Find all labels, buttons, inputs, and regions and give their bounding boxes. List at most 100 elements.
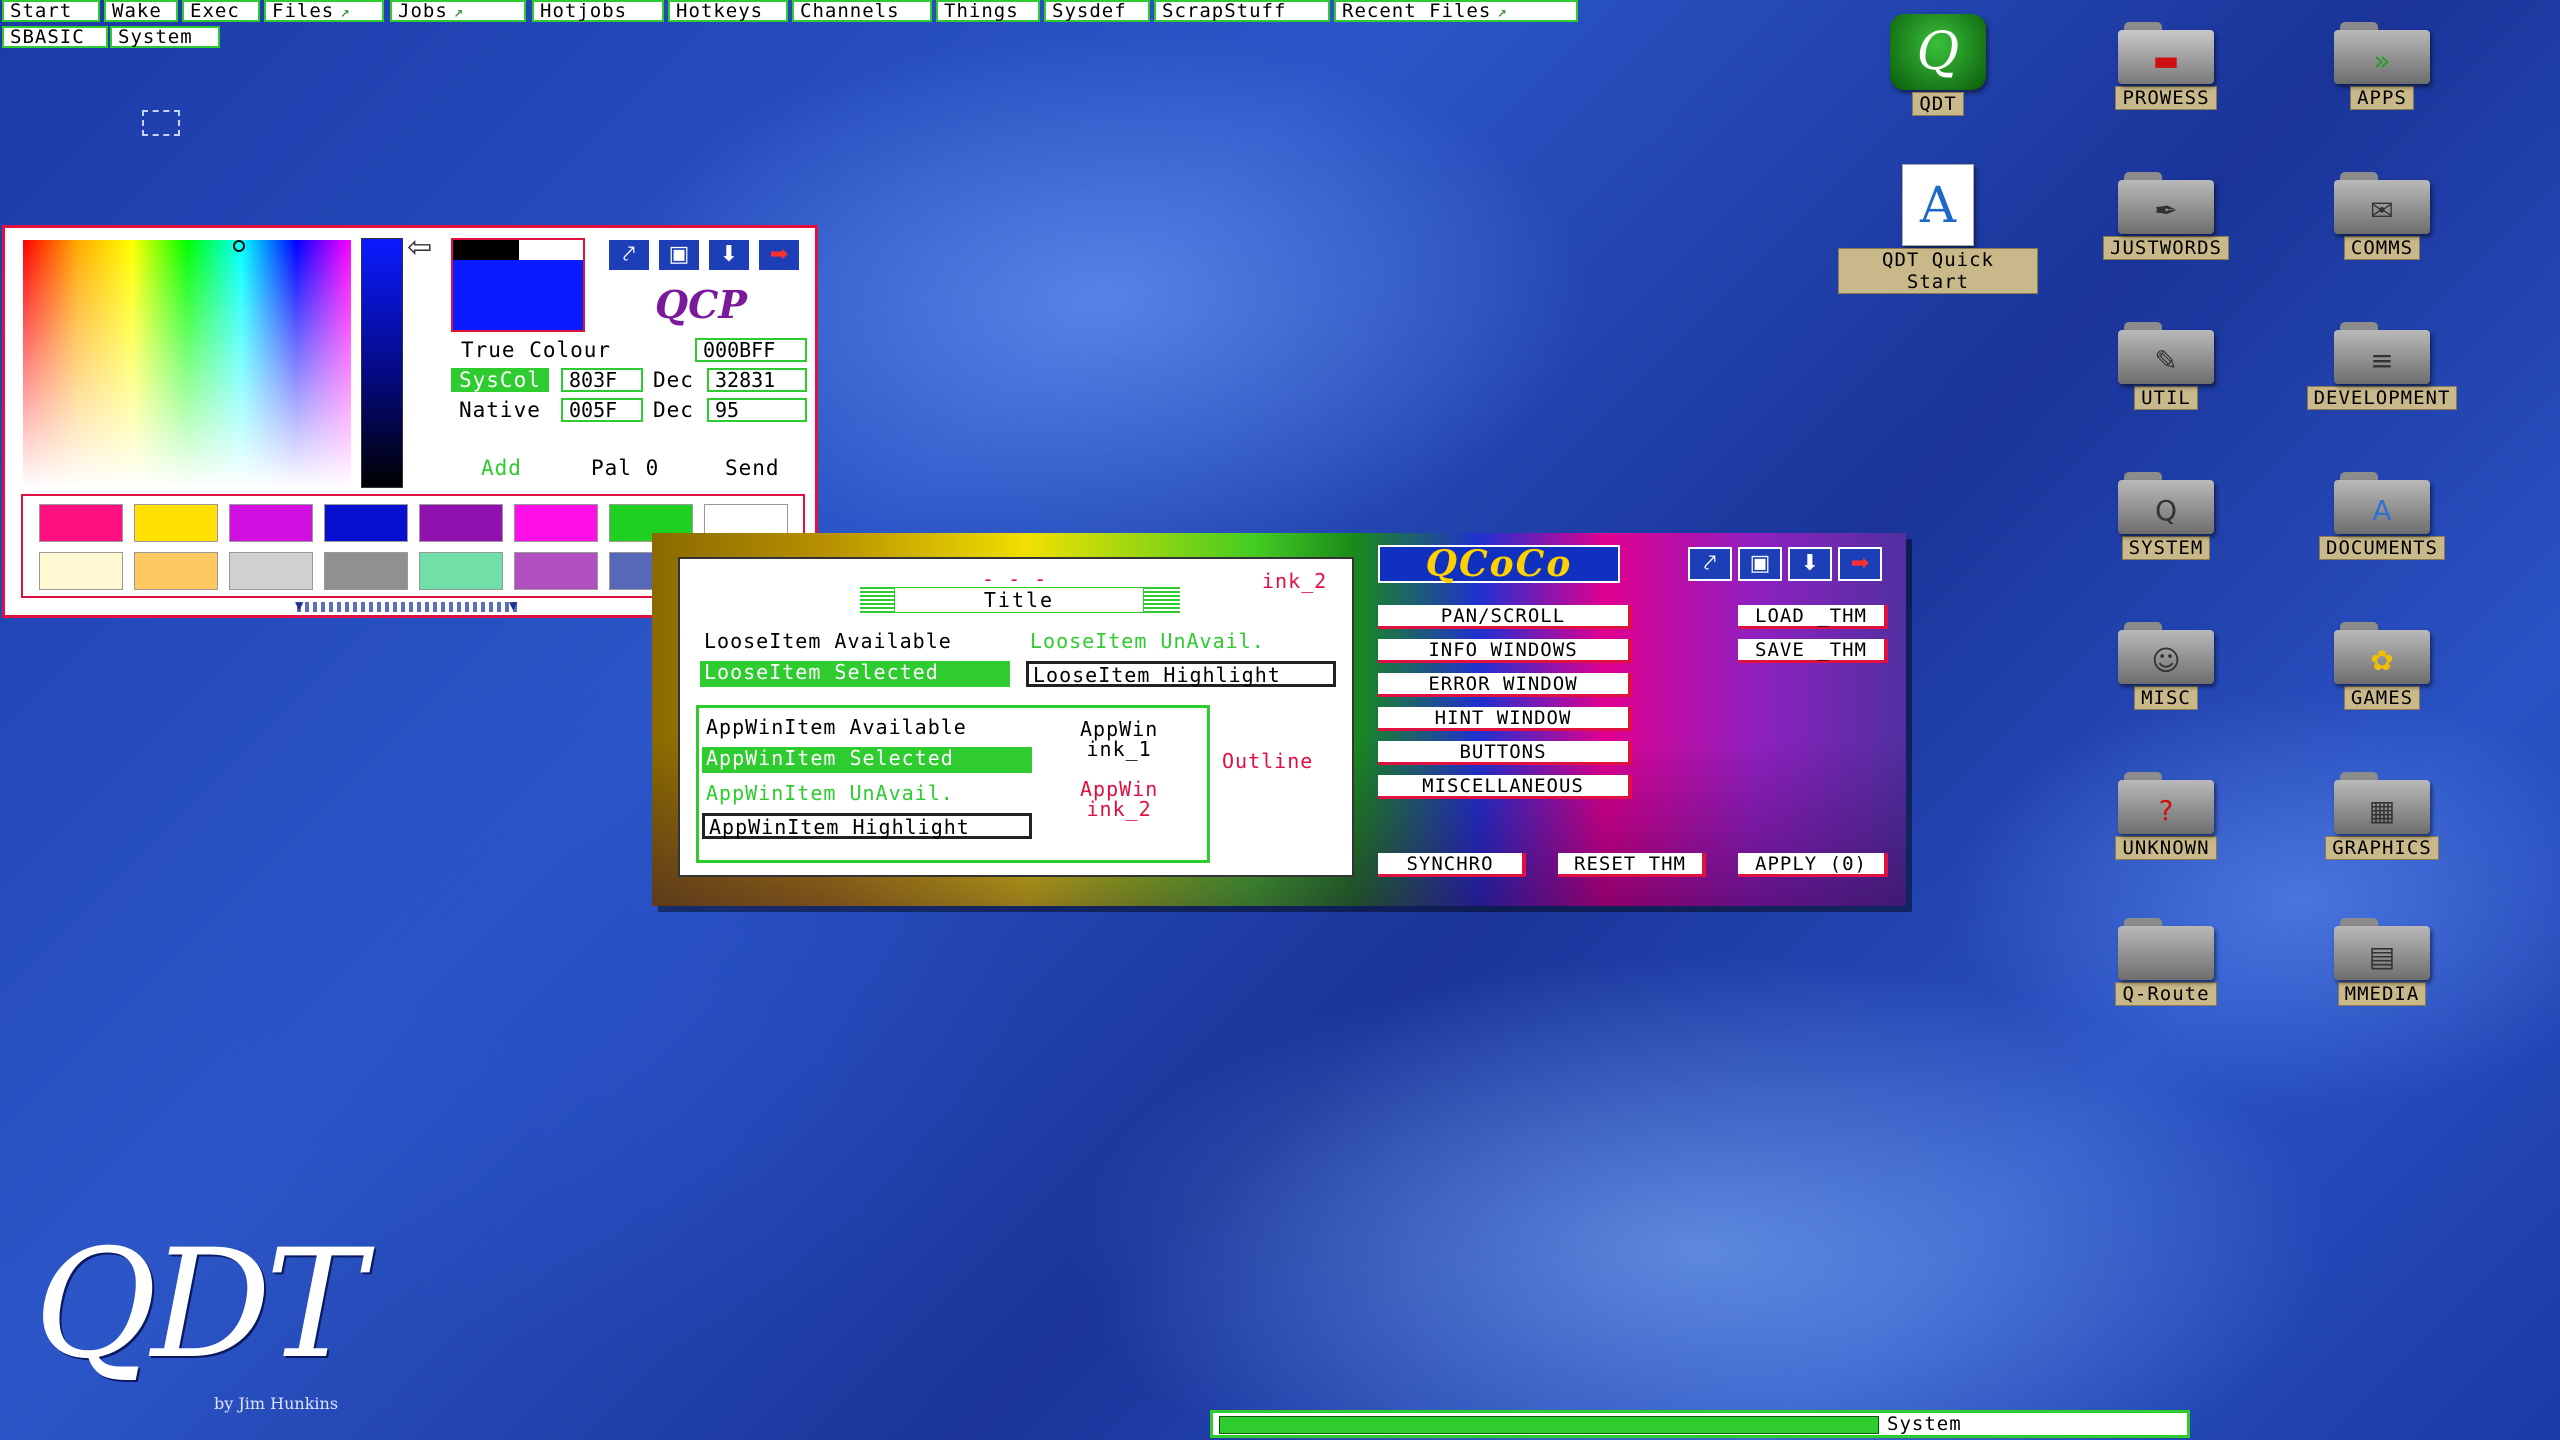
menu-start[interactable]: Start	[2, 0, 100, 22]
qcp-iconify-button[interactable]: ⤤	[607, 238, 651, 272]
appwin-item-selected[interactable]: AppWinItem Selected	[702, 747, 1032, 773]
desktop-icon-mmedia[interactable]: ▤ MMEDIA	[2282, 918, 2482, 1006]
ink2-label: ink_2	[1262, 569, 1328, 593]
desktop-icon-qdt-quick-start[interactable]: A QDT Quick Start	[1838, 164, 2038, 294]
synchro-button[interactable]: SYNCHRO	[1378, 853, 1526, 877]
qcoco-theme-window: - - - ink_2 Title LooseItem Available Lo…	[652, 533, 1906, 906]
folder-icon: ☺	[2118, 622, 2214, 684]
menu-jobs[interactable]: Jobs ↗	[390, 0, 526, 22]
title-bar-preview: Title	[860, 587, 1180, 613]
palette-swatch[interactable]	[39, 552, 123, 590]
menu-channels[interactable]: Channels	[792, 0, 932, 22]
category-button-pan-scroll[interactable]: PAN/SCROLL	[1378, 605, 1632, 629]
category-button-error-window[interactable]: ERROR WINDOW	[1378, 673, 1632, 697]
syscol-dec-field[interactable]: 32831	[707, 368, 807, 392]
desktop-icon-util[interactable]: ✎ UTIL	[2066, 322, 2266, 410]
scroll-left-icon[interactable]: ▼	[295, 598, 303, 614]
send-button[interactable]: Send	[725, 456, 780, 480]
add-button[interactable]: Add	[481, 456, 522, 480]
desktop-icon-system[interactable]: Q SYSTEM	[2066, 472, 2266, 560]
qcoco-window-move-button[interactable]: ▣	[1738, 547, 1782, 581]
palette-swatch[interactable]	[134, 504, 218, 542]
palette-swatch[interactable]	[324, 552, 408, 590]
qcoco-iconify-button[interactable]: ⤤	[1688, 547, 1732, 581]
loose-item-highlight[interactable]: LooseItem Highlight	[1026, 661, 1336, 687]
menu-label: Hotkeys	[676, 0, 764, 22]
desktop-icon-q-route[interactable]: Q-Route	[2066, 918, 2266, 1006]
native-dec-field[interactable]: 95	[707, 398, 807, 422]
menu-system[interactable]: System	[110, 26, 220, 48]
folder-icon: Q	[2118, 472, 2214, 534]
palette-swatch[interactable]	[419, 552, 503, 590]
palette-swatch[interactable]	[229, 552, 313, 590]
appwin-ink2-label: AppWin ink_2	[1080, 777, 1159, 821]
qcoco-close-button[interactable]: ➡	[1838, 547, 1882, 581]
theme-preview-panel: - - - ink_2 Title LooseItem Available Lo…	[678, 557, 1354, 877]
menu-label: Jobs	[398, 0, 448, 22]
true-colour-field[interactable]: 000BFF	[695, 338, 807, 362]
menu-sysdef[interactable]: Sysdef	[1044, 0, 1150, 22]
menu-hotkeys[interactable]: Hotkeys	[668, 0, 788, 22]
palette-swatch[interactable]	[229, 504, 313, 542]
palette-swatch[interactable]	[134, 552, 218, 590]
qcoco-sleep-button[interactable]: ⬇	[1788, 547, 1832, 581]
category-button-miscellaneous[interactable]: MISCELLANEOUS	[1378, 775, 1632, 799]
menu-hotjobs[interactable]: Hotjobs	[532, 0, 664, 22]
palette-swatch[interactable]	[514, 504, 598, 542]
desktop-icon-documents[interactable]: A DOCUMENTS	[2282, 472, 2482, 560]
apply-button[interactable]: APPLY (0)	[1738, 853, 1888, 877]
brightness-slider[interactable]	[361, 238, 403, 488]
taskbar-job-label[interactable]: System	[1877, 1413, 2197, 1435]
desktop-icon-games[interactable]: ✿ GAMES	[2282, 622, 2482, 710]
desktop-icon-graphics[interactable]: ▦ GRAPHICS	[2282, 772, 2482, 860]
syscol-field[interactable]: 803F	[561, 368, 643, 392]
menu-label: Files	[272, 0, 335, 22]
palette-swatch[interactable]	[514, 552, 598, 590]
category-button-buttons[interactable]: BUTTONS	[1378, 741, 1632, 765]
color-spectrum-field[interactable]	[21, 238, 353, 490]
menu-sbasic[interactable]: SBASIC	[2, 26, 108, 48]
title-label: Title	[894, 587, 1144, 613]
qcp-window-move-button[interactable]: ▣	[657, 238, 701, 272]
desktop-icon-qdt[interactable]: Q QDT	[1838, 14, 2038, 116]
folder-icon: ✎	[2118, 322, 2214, 384]
menu-wake[interactable]: Wake	[104, 0, 178, 22]
desktop-icon-unknown[interactable]: ? UNKNOWN	[2066, 772, 2266, 860]
taskbar: System	[1210, 1410, 2190, 1438]
load-thm-button[interactable]: LOAD _THM	[1738, 605, 1888, 629]
folder-icon: ✉	[2334, 172, 2430, 234]
desktop-icon-development[interactable]: ≡ DEVELOPMENT	[2282, 322, 2482, 410]
palette-scrollbar[interactable]	[297, 602, 521, 612]
appwin-item-available[interactable]: AppWinItem Available	[706, 715, 967, 739]
save-thm-button[interactable]: SAVE _THM	[1738, 639, 1888, 663]
palette-swatch[interactable]	[419, 504, 503, 542]
desktop-icon-apps[interactable]: » APPS	[2282, 22, 2482, 110]
category-button-info-windows[interactable]: INFO WINDOWS	[1378, 639, 1632, 663]
loose-item-unavail[interactable]: LooseItem UnAvail.	[1030, 629, 1265, 653]
submenu-arrow-icon: ↗	[1497, 2, 1508, 21]
desktop-icon-prowess[interactable]: ▬ PROWESS	[2066, 22, 2266, 110]
native-field[interactable]: 005F	[561, 398, 643, 422]
menu-scrapstuff[interactable]: ScrapStuff	[1154, 0, 1330, 22]
menu-files[interactable]: Files ↗	[264, 0, 384, 22]
qcp-close-button[interactable]: ➡	[757, 238, 801, 272]
desktop-icon-misc[interactable]: ☺ MISC	[2066, 622, 2266, 710]
qcp-sleep-button[interactable]: ⬇	[707, 238, 751, 272]
category-button-hint-window[interactable]: HINT WINDOW	[1378, 707, 1632, 731]
loose-item-available[interactable]: LooseItem Available	[704, 629, 952, 653]
desktop-icon-justwords[interactable]: ✒ JUSTWORDS	[2066, 172, 2266, 260]
appwin-item-unavail[interactable]: AppWinItem UnAvail.	[706, 781, 954, 805]
scroll-right-icon[interactable]: ▼	[509, 598, 517, 614]
menu-recent-files[interactable]: Recent Files ↗	[1334, 0, 1578, 22]
qdt-logo-icon: Q	[1890, 14, 1986, 90]
reset-thm-button[interactable]: RESET THM	[1558, 853, 1706, 877]
menu-things[interactable]: Things	[936, 0, 1040, 22]
desktop-icon-label: JUSTWORDS	[2103, 236, 2229, 260]
appwin-item-highlight[interactable]: AppWinItem Highlight	[702, 813, 1032, 839]
palette-swatch[interactable]	[39, 504, 123, 542]
menu-exec[interactable]: Exec	[182, 0, 260, 22]
desktop-icon-comms[interactable]: ✉ COMMS	[2282, 172, 2482, 260]
palette-selector[interactable]: Pal 0	[591, 456, 659, 480]
palette-swatch[interactable]	[324, 504, 408, 542]
loose-item-selected[interactable]: LooseItem Selected	[700, 661, 1010, 687]
